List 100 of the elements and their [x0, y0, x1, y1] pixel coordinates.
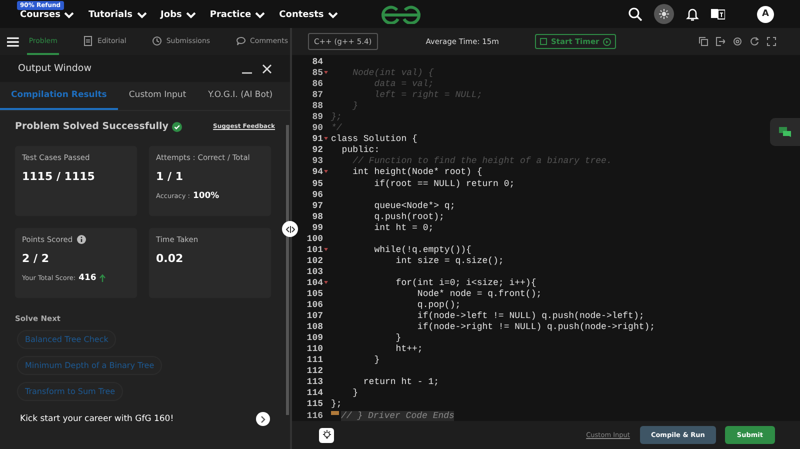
chevron-down-icon: [184, 10, 197, 20]
code-line: }: [352, 388, 358, 400]
nav-menu[interactable]: Contests: [279, 10, 339, 20]
line-number: 114: [306, 388, 323, 400]
line-number: 96: [311, 190, 323, 201]
code-line: if(node->left != NULL) q.push(node->left);: [416, 311, 644, 322]
line-number: 111: [306, 355, 323, 366]
speech-bubble-icon: [236, 36, 246, 46]
chevron-down-icon: [136, 10, 148, 20]
line-number: 88: [311, 101, 323, 112]
next-button[interactable]: [256, 412, 270, 426]
sun-icon: [659, 9, 669, 19]
code-line: return ht - 1;: [362, 377, 440, 388]
stat-value: 1115 / 1115: [22, 170, 96, 183]
chat-button[interactable]: [770, 118, 800, 146]
close-icon[interactable]: [262, 64, 272, 74]
code-comment: Node(int val) {: [352, 68, 434, 80]
line-number: 89: [311, 112, 323, 124]
line-number: 94: [311, 167, 323, 179]
code-line: int size = q.size();: [394, 256, 504, 267]
theme-toggle[interactable]: [654, 4, 674, 24]
code-line: };: [331, 399, 342, 410]
code-line: int height(Node* root) {: [352, 167, 482, 179]
nav-menu[interactable]: Tutorials: [88, 10, 148, 20]
stat-value: 2 / 2: [22, 252, 50, 265]
fold-marker-icon[interactable]: [331, 410, 339, 414]
line-number: 102: [306, 256, 323, 267]
fold-arrow-icon[interactable]: [324, 280, 328, 284]
line-number: 112: [306, 366, 323, 378]
output-tab[interactable]: Y.O.G.I. (AI Bot): [197, 82, 284, 110]
translate-icon[interactable]: [711, 8, 725, 20]
lightbulb-icon: [322, 430, 332, 440]
logo-icon[interactable]: [380, 4, 422, 24]
line-number: 84: [311, 57, 323, 68]
copy-icon[interactable]: [699, 37, 708, 46]
code-comment: left = right = NULL;: [373, 90, 482, 102]
fold-arrow-icon[interactable]: [324, 137, 328, 140]
resize-handle[interactable]: [282, 221, 298, 237]
detail-value: 100%: [192, 191, 220, 201]
line-number: 101: [306, 244, 323, 256]
detail-value: 416: [78, 273, 96, 283]
code-comment: // } Driver Code Ends: [341, 410, 454, 421]
promo-text: Kick start your career with GfG 160!: [20, 414, 174, 424]
line-number: 98: [311, 212, 323, 223]
code-line: int ht = 0;: [373, 222, 434, 234]
line-number: 86: [311, 79, 323, 90]
code-line: ht++;: [394, 344, 423, 356]
code-line: if(root == NULL) return 0;: [373, 178, 515, 190]
menu-icon[interactable]: [7, 36, 19, 48]
hint-button[interactable]: [319, 428, 334, 442]
clock-icon: [152, 36, 162, 46]
line-number: 106: [306, 300, 323, 312]
code-line: }: [373, 355, 380, 366]
nav-menu[interactable]: Courses: [20, 10, 76, 20]
fullscreen-icon[interactable]: [767, 37, 776, 46]
chevron-down-icon: [326, 10, 339, 20]
code-line: q.pop();: [416, 300, 461, 312]
line-number: 92: [311, 145, 323, 156]
user-avatar[interactable]: A: [757, 6, 774, 22]
line-number: 100: [306, 234, 323, 245]
output-tab[interactable]: Custom Input: [118, 82, 198, 110]
refresh-icon[interactable]: [750, 37, 759, 46]
line-number: 113: [306, 377, 323, 388]
bell-icon[interactable]: [686, 7, 699, 21]
play-icon: [603, 38, 612, 46]
panel-title: Output Window: [18, 63, 92, 74]
line-number: 91: [311, 134, 323, 146]
document-icon: [83, 36, 94, 46]
search-icon[interactable]: [628, 7, 642, 21]
line-number: 109: [306, 333, 323, 344]
nav-menu[interactable]: Jobs: [160, 10, 197, 20]
code-line: queue<Node*> q;: [373, 200, 456, 212]
code-line: public:: [340, 145, 380, 156]
fold-arrow-icon[interactable]: [324, 248, 328, 251]
nav-menu[interactable]: Practice: [210, 10, 266, 20]
chat-bubbles-icon: [779, 126, 791, 138]
fold-arrow-icon[interactable]: [324, 170, 328, 174]
line-number: 103: [306, 266, 323, 278]
line-number: 95: [311, 178, 323, 190]
exit-icon[interactable]: [716, 37, 725, 46]
settings-icon[interactable]: [733, 37, 742, 46]
stat-value: 0.02: [156, 252, 184, 265]
line-number: 99: [311, 222, 323, 234]
timer-icon: [540, 38, 547, 45]
code-comment: // Function to find the height of a binary tree.: [352, 156, 612, 168]
line-number: 97: [311, 200, 323, 212]
line-number: 90: [311, 123, 323, 134]
fold-arrow-icon[interactable]: [324, 71, 328, 74]
code-line: for(int i=0; i<size; i++){: [394, 278, 536, 289]
line-number: 108: [306, 322, 323, 334]
code-line: while(!q.empty()){: [373, 244, 472, 256]
line-number: 104: [306, 278, 323, 289]
code-comment: */: [331, 123, 342, 134]
line-number: 107: [306, 311, 323, 322]
line-number: 85: [311, 68, 323, 80]
line-number: 116: [306, 410, 323, 421]
line-number: 105: [306, 288, 323, 300]
split-arrows-icon: [286, 226, 294, 232]
code-line: Node* node = q.front();: [416, 288, 542, 300]
code-comment: data = val;: [373, 79, 434, 90]
